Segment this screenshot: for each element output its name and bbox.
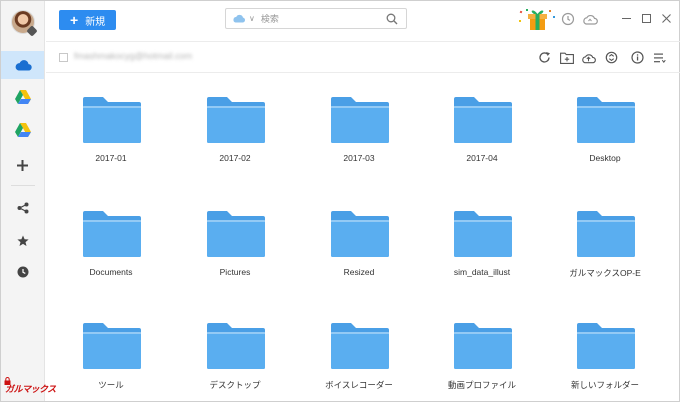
- sidebar-item-onedrive[interactable]: [1, 51, 44, 79]
- folder-name: ガルマックスOP-E: [569, 268, 641, 278]
- folder-icon: [454, 323, 512, 369]
- star-icon: [16, 235, 29, 246]
- sidebar-item-recent[interactable]: [1, 258, 44, 286]
- folder-icon: [454, 97, 512, 143]
- folder-grid: 2017-01 2017-02 2017-03 2017-04 Desktop Docum…: [46, 75, 680, 401]
- folder-name: Desktop: [589, 153, 621, 163]
- sort-button[interactable]: [652, 50, 667, 65]
- google-drive-icon: [14, 123, 31, 137]
- folder-name: デスクトップ: [209, 380, 261, 390]
- new-button-label: 新規: [85, 16, 106, 28]
- folder-name: ツール: [98, 380, 124, 390]
- new-folder-icon: [559, 52, 574, 64]
- account-email: fmashmakocyg@hotmail.com: [74, 51, 193, 61]
- folder-item[interactable]: 2017-01: [56, 75, 166, 165]
- folder-item[interactable]: Desktop: [550, 75, 660, 165]
- folder-icon: [83, 97, 141, 143]
- folder-icon: [577, 211, 635, 257]
- folder-item[interactable]: デスクトップ: [180, 301, 290, 391]
- minimize-icon: [621, 17, 631, 19]
- folder-icon: [331, 323, 389, 369]
- folder-item[interactable]: Documents: [56, 189, 166, 279]
- search-icon[interactable]: [386, 13, 398, 25]
- history-sync-icon[interactable]: [560, 11, 576, 27]
- share-icon: [17, 202, 28, 214]
- plus-icon: +: [70, 12, 79, 28]
- folder-name: 新しいフォルダー: [570, 380, 639, 390]
- folder-icon: [331, 97, 389, 143]
- folder-name: 2017-02: [219, 153, 251, 163]
- info-icon: [631, 51, 644, 64]
- minimize-button[interactable]: [619, 11, 633, 25]
- close-icon: [661, 13, 671, 23]
- folder-icon: [331, 211, 389, 257]
- sidebar-item-google-drive-1[interactable]: [1, 83, 44, 111]
- sidebar-item-add-account[interactable]: [1, 151, 44, 179]
- sidebar-item-google-drive-2[interactable]: [1, 116, 44, 144]
- folder-icon: [83, 323, 141, 369]
- folder-name: Pictures: [219, 267, 251, 277]
- new-button[interactable]: + 新規: [59, 10, 116, 30]
- sidebar-divider: [11, 185, 35, 186]
- google-drive-icon: [14, 90, 31, 104]
- folder-name: Documents: [89, 267, 133, 277]
- folder-name: ボイスレコーダー: [325, 380, 393, 390]
- folder-icon: [207, 97, 265, 143]
- folder-item[interactable]: 動画プロファイル: [427, 301, 537, 391]
- folder-item[interactable]: sim_data_illust: [427, 189, 537, 279]
- cloud-upload-icon: [582, 53, 596, 63]
- sync-button[interactable]: [604, 50, 619, 65]
- sort-icon: [653, 53, 666, 63]
- info-button[interactable]: [630, 50, 645, 65]
- search-scope-selector[interactable]: [232, 14, 246, 23]
- path-bar: fmashmakocyg@hotmail.com: [46, 41, 680, 73]
- folder-name: 2017-04: [466, 153, 498, 163]
- cloud-icon: [233, 14, 246, 23]
- app-window: ガルマックス + 新規 ∨ 検索 fmashmakocyg@hotmail.co…: [0, 0, 680, 402]
- folder-icon: [577, 323, 635, 369]
- folder-item[interactable]: 新しいフォルダー: [550, 301, 660, 391]
- folder-item[interactable]: 2017-03: [304, 75, 414, 165]
- sync-icon: [605, 51, 618, 64]
- new-folder-button[interactable]: [559, 50, 574, 65]
- folder-name: 2017-03: [343, 153, 375, 163]
- sidebar-item-favorites[interactable]: [1, 227, 44, 255]
- folder-name: 動画プロファイル: [447, 380, 516, 390]
- folder-name: 2017-01: [95, 153, 127, 163]
- gift-promo-icon[interactable]: [517, 8, 557, 32]
- folder-item[interactable]: Pictures: [180, 189, 290, 279]
- folder-icon: [577, 97, 635, 143]
- folder-icon: [207, 211, 265, 257]
- folder-item[interactable]: ボイスレコーダー: [304, 301, 414, 391]
- clock-icon: [17, 266, 28, 278]
- refresh-icon: [539, 52, 550, 63]
- close-button[interactable]: [659, 11, 673, 25]
- folder-icon: [207, 323, 265, 369]
- folder-item[interactable]: Resized: [304, 189, 414, 279]
- upload-button[interactable]: [581, 50, 596, 65]
- sidebar: ガルマックス: [1, 1, 56, 401]
- folder-item[interactable]: 2017-04: [427, 75, 537, 165]
- search-input[interactable]: [260, 13, 371, 24]
- search-box: ∨: [225, 8, 407, 29]
- maximize-button[interactable]: [639, 11, 653, 25]
- refresh-button[interactable]: [537, 50, 552, 65]
- chevron-down-icon[interactable]: ∨: [249, 14, 255, 23]
- plus-icon: [17, 159, 28, 171]
- cloud-transfer-icon[interactable]: [582, 11, 598, 27]
- folder-item[interactable]: ガルマックスOP-E: [550, 189, 660, 279]
- folder-item[interactable]: 2017-02: [180, 75, 290, 165]
- folder-item[interactable]: ツール: [56, 301, 166, 391]
- onedrive-cloud-icon: [15, 60, 32, 71]
- folder-icon: [454, 211, 512, 257]
- sidebar-item-share[interactable]: [1, 194, 44, 222]
- folder-icon: [83, 211, 141, 257]
- folder-name: sim_data_illust: [453, 267, 511, 277]
- maximize-icon: [641, 13, 651, 23]
- folder-name: Resized: [343, 267, 375, 277]
- select-all-checkbox[interactable]: [59, 53, 68, 62]
